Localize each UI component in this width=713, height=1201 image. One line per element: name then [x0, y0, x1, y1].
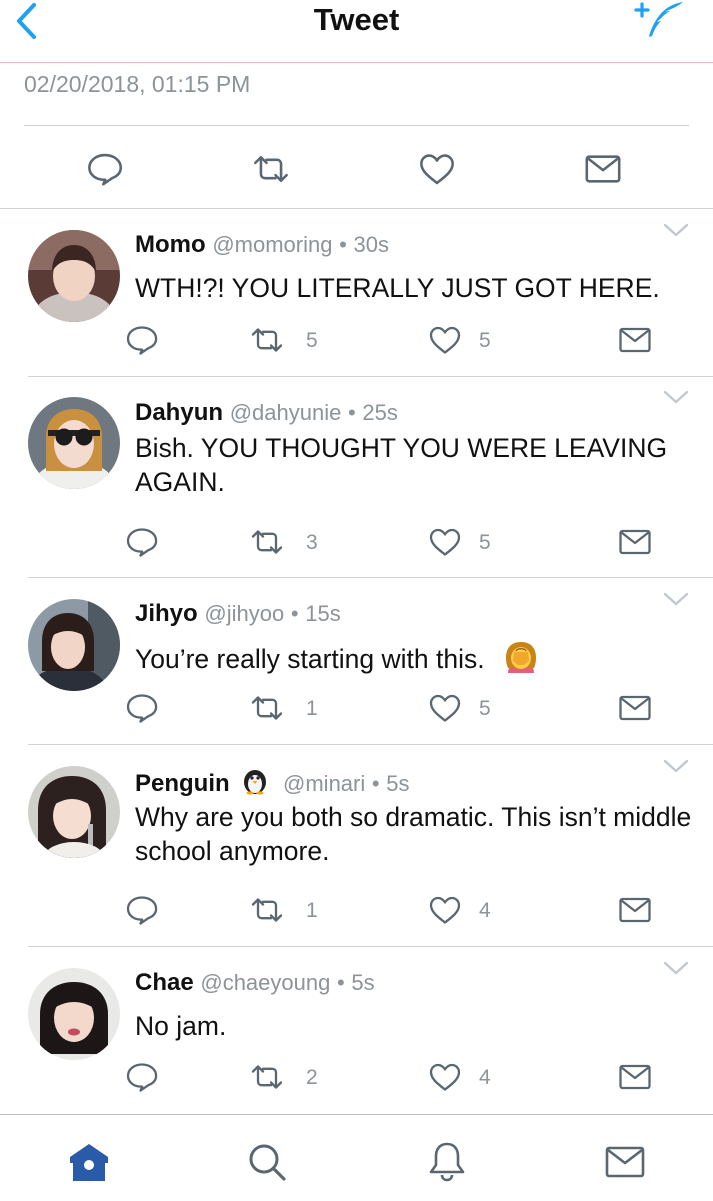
reply-time: 5s: [386, 771, 410, 796]
retweet-icon[interactable]: [250, 527, 284, 557]
separator-dot: •: [348, 400, 356, 425]
like-count: 5: [479, 697, 491, 720]
user-handle[interactable]: @chaeyoung: [200, 970, 330, 995]
page-title: Tweet: [313, 2, 400, 37]
display-name[interactable]: Jihyo: [135, 600, 198, 627]
user-handle[interactable]: @jihyoo: [204, 601, 284, 626]
retweet-count: 3: [306, 531, 318, 554]
reply-time: 15s: [305, 601, 341, 626]
separator-dot: •: [339, 232, 347, 257]
reply-header: Dahyun @dahyunie • 25s: [135, 399, 398, 427]
penguin-emoji-icon: [244, 770, 267, 795]
reply-time: 5s: [351, 970, 375, 995]
tweet-action-bar: [0, 126, 713, 209]
like-icon[interactable]: [428, 895, 462, 925]
chevron-down-icon[interactable]: [663, 591, 689, 607]
feather-quill-icon[interactable]: [628, 0, 686, 42]
reply-text-row: You’re really starting with this.: [135, 640, 705, 676]
like-icon[interactable]: [418, 150, 456, 188]
reply-icon[interactable]: [125, 895, 159, 925]
reply-header: Penguin @minari • 5s: [135, 767, 410, 798]
message-icon[interactable]: [618, 693, 652, 723]
retweet-icon[interactable]: [250, 895, 284, 925]
top-bar: Tweet: [0, 0, 713, 63]
avatar[interactable]: [28, 766, 120, 858]
reply-tweet[interactable]: Chae @chaeyoung • 5s No jam. 2 4: [0, 947, 713, 1114]
like-count: 5: [479, 329, 491, 352]
reply-icon[interactable]: [125, 527, 159, 557]
display-name[interactable]: Momo: [135, 231, 206, 258]
retweet-icon[interactable]: [250, 325, 284, 355]
like-icon[interactable]: [428, 527, 462, 557]
user-handle[interactable]: @dahyunie: [230, 400, 342, 425]
retweet-icon[interactable]: [250, 693, 284, 723]
reply-tweet[interactable]: Penguin @minari • 5s Why are you both so…: [0, 745, 713, 947]
like-count: 4: [479, 1066, 491, 1089]
reply-header: Momo @momoring • 30s: [135, 231, 389, 259]
reply-text: You’re really starting with this.: [135, 644, 485, 674]
reply-time: 30s: [353, 232, 389, 257]
reply-tweet[interactable]: Dahyun @dahyunie • 25s Bish. YOU THOUGHT…: [0, 377, 713, 578]
face-palm-emoji-icon: [505, 642, 536, 673]
user-handle[interactable]: @momoring: [212, 232, 332, 257]
reply-icon[interactable]: [125, 325, 159, 355]
separator-dot: •: [371, 771, 380, 796]
avatar[interactable]: [28, 599, 120, 691]
retweet-icon[interactable]: [250, 1062, 284, 1092]
like-count: 5: [479, 531, 491, 554]
message-icon[interactable]: [618, 527, 652, 557]
avatar[interactable]: [28, 968, 120, 1060]
user-handle[interactable]: @minari: [283, 771, 365, 796]
chevron-down-icon[interactable]: [663, 758, 689, 774]
message-icon[interactable]: [618, 895, 652, 925]
like-count: 4: [479, 899, 491, 922]
avatar[interactable]: [28, 230, 120, 322]
retweet-count: 1: [306, 697, 318, 720]
like-icon[interactable]: [428, 1062, 462, 1092]
message-icon[interactable]: [618, 1062, 652, 1092]
reply-text: Why are you both so dramatic. This isn’t…: [135, 802, 692, 866]
like-icon[interactable]: [428, 325, 462, 355]
bottom-tab-bar: [0, 1114, 713, 1201]
retweet-count: 5: [306, 329, 318, 352]
reply-text: Bish. YOU THOUGHT YOU WERE LEAVING AGAIN…: [135, 433, 668, 497]
tweet-timestamp: 02/20/2018, 01:15 PM: [24, 71, 251, 97]
search-icon[interactable]: [246, 1141, 288, 1183]
reply-text: WTH!?! YOU LITERALLY JUST GOT HERE.: [135, 273, 660, 303]
chevron-down-icon[interactable]: [663, 389, 689, 405]
retweet-count: 2: [306, 1066, 318, 1089]
reply-icon[interactable]: [125, 1062, 159, 1092]
separator-dot: •: [290, 601, 299, 626]
reply-icon[interactable]: [125, 693, 159, 723]
like-icon[interactable]: [428, 693, 462, 723]
chevron-down-icon[interactable]: [663, 222, 689, 238]
home-icon[interactable]: [68, 1141, 110, 1183]
message-icon[interactable]: [618, 325, 652, 355]
message-icon[interactable]: [584, 150, 622, 188]
reply-tweet[interactable]: Jihyo @jihyoo • 15s You’re really starti…: [0, 578, 713, 745]
retweet-count: 1: [306, 899, 318, 922]
reply-time: 25s: [362, 400, 398, 425]
reply-icon[interactable]: [86, 150, 124, 188]
display-name[interactable]: Penguin: [135, 770, 230, 797]
separator-dot: •: [337, 970, 345, 995]
reply-header: Chae @chaeyoung • 5s: [135, 969, 375, 997]
avatar[interactable]: [28, 397, 120, 489]
messages-icon[interactable]: [604, 1141, 646, 1183]
display-name[interactable]: Dahyun: [135, 399, 223, 426]
retweet-icon[interactable]: [252, 150, 290, 188]
reply-text: No jam.: [135, 1011, 227, 1041]
reply-header: Jihyo @jihyoo • 15s: [135, 600, 341, 628]
display-name[interactable]: Chae: [135, 969, 194, 996]
bell-icon[interactable]: [426, 1141, 468, 1183]
reply-tweet[interactable]: Momo @momoring • 30s WTH!?! YOU LITERALL…: [0, 209, 713, 377]
chevron-down-icon[interactable]: [663, 960, 689, 976]
